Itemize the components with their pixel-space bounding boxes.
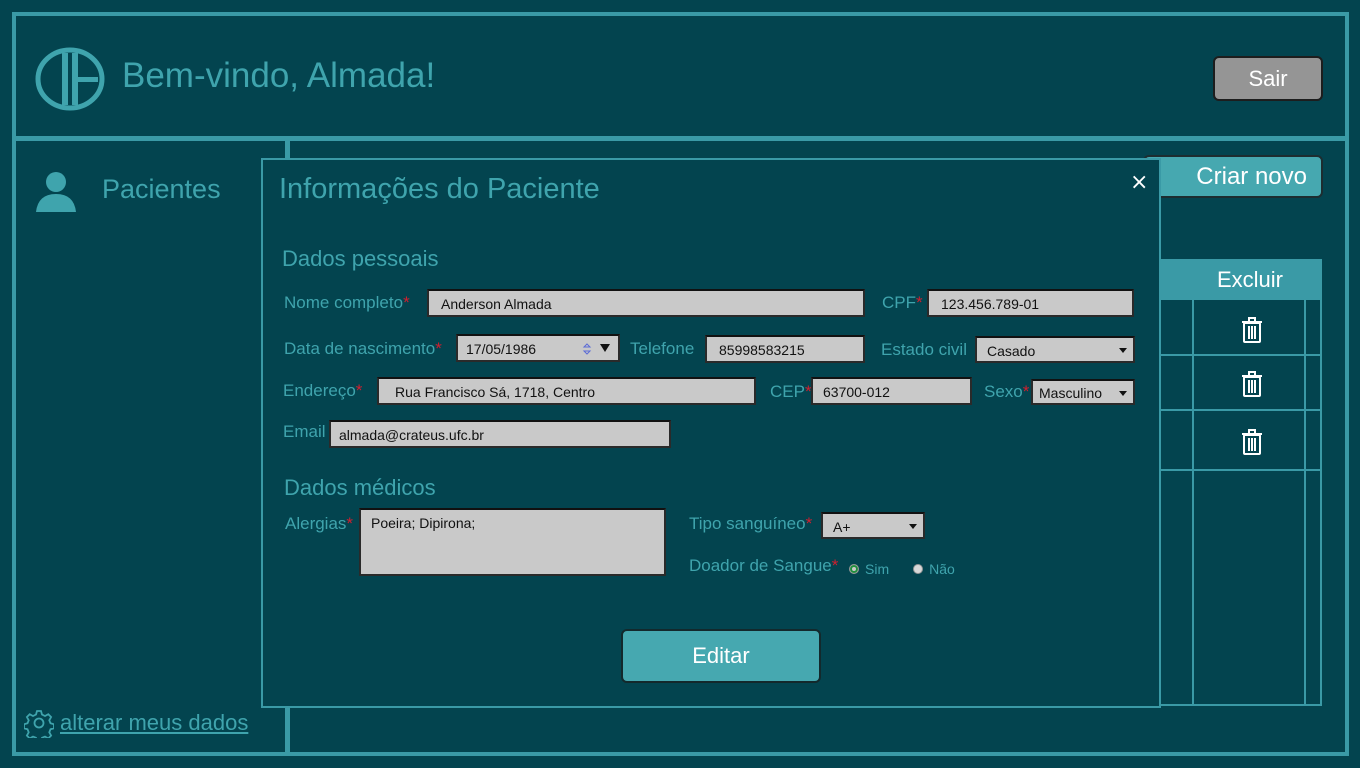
radio-donor-no[interactable] bbox=[913, 564, 924, 574]
trash-icon[interactable] bbox=[1241, 316, 1263, 344]
label-phone: Telefone bbox=[630, 339, 695, 358]
trash-icon[interactable] bbox=[1241, 428, 1263, 456]
table-row-divider bbox=[1160, 354, 1322, 356]
cep-field[interactable]: 63700-012 bbox=[811, 377, 972, 405]
blood-type-select[interactable]: A+ bbox=[821, 512, 925, 539]
label-cpf: CPF* bbox=[882, 293, 923, 312]
section-medical-data: Dados médicos bbox=[284, 475, 436, 500]
label-blood-donor: Doador de Sangue* bbox=[689, 556, 839, 575]
settings-link[interactable]: alterar meus dados bbox=[24, 708, 248, 738]
table-header-delete: Excluir bbox=[1160, 259, 1322, 300]
sex-select[interactable]: Masculino bbox=[1031, 379, 1135, 405]
modal-title: Informações do Paciente bbox=[279, 173, 600, 205]
user-icon bbox=[36, 172, 76, 212]
calendar-spinner-icon[interactable] bbox=[582, 342, 592, 356]
address-field[interactable]: Rua Francisco Sá, 1718, Centro bbox=[377, 377, 756, 405]
logo-icon bbox=[35, 47, 105, 111]
label-birth-date: Data de nascimento* bbox=[284, 339, 442, 358]
trash-icon[interactable] bbox=[1241, 370, 1263, 398]
phone-field[interactable]: 85998583215 bbox=[705, 335, 865, 363]
close-icon[interactable]: × bbox=[1130, 170, 1148, 195]
gear-icon bbox=[24, 710, 54, 738]
label-full-name: Nome completo* bbox=[284, 293, 410, 312]
header-divider bbox=[12, 136, 1349, 141]
radio-donor-yes[interactable] bbox=[849, 564, 859, 574]
settings-link-label[interactable]: alterar meus dados bbox=[60, 710, 248, 736]
cpf-field[interactable]: 123.456.789-01 bbox=[927, 289, 1134, 317]
label-cep: CEP* bbox=[770, 382, 812, 401]
table-row-divider bbox=[1160, 469, 1322, 471]
edit-button[interactable]: Editar bbox=[621, 629, 821, 683]
allergies-textarea[interactable]: Poeira; Dipirona; bbox=[359, 508, 666, 576]
label-blood-type: Tipo sanguíneo* bbox=[689, 514, 813, 533]
table-border-right bbox=[1320, 300, 1322, 706]
chevron-down-icon[interactable] bbox=[600, 343, 610, 353]
label-email: Email bbox=[283, 422, 326, 441]
label-sex: Sexo* bbox=[984, 382, 1030, 401]
table-column-divider bbox=[1192, 300, 1194, 705]
section-personal-data: Dados pessoais bbox=[282, 246, 439, 271]
sidebar-item-patients[interactable]: Pacientes bbox=[102, 174, 221, 205]
birth-date-field[interactable]: 17/05/1986 bbox=[456, 334, 620, 362]
table-row-divider bbox=[1160, 409, 1322, 411]
table-column-divider bbox=[1304, 300, 1306, 705]
label-allergies: Alergias* bbox=[285, 514, 354, 533]
marital-status-select[interactable]: Casado bbox=[975, 336, 1135, 363]
label-address: Endereço* bbox=[283, 381, 363, 400]
logout-button[interactable]: Sair bbox=[1213, 56, 1323, 101]
email-field[interactable]: almada@crateus.ufc.br bbox=[329, 420, 671, 448]
full-name-field[interactable]: Anderson Almada bbox=[427, 289, 865, 317]
birth-date-value: 17/05/1986 bbox=[466, 341, 537, 357]
create-new-button[interactable]: Criar novo bbox=[1143, 155, 1323, 198]
radio-donor-no-label[interactable]: Não bbox=[929, 561, 955, 577]
table-bottom-border bbox=[1160, 704, 1322, 706]
patient-info-modal: Informações do Paciente × Dados pessoais… bbox=[261, 158, 1161, 708]
welcome-title: Bem-vindo, Almada! bbox=[122, 56, 436, 95]
radio-donor-yes-label[interactable]: Sim bbox=[865, 561, 889, 577]
blood-donor-radio-group: Sim Não bbox=[849, 561, 955, 577]
label-marital-status: Estado civil bbox=[881, 340, 967, 359]
